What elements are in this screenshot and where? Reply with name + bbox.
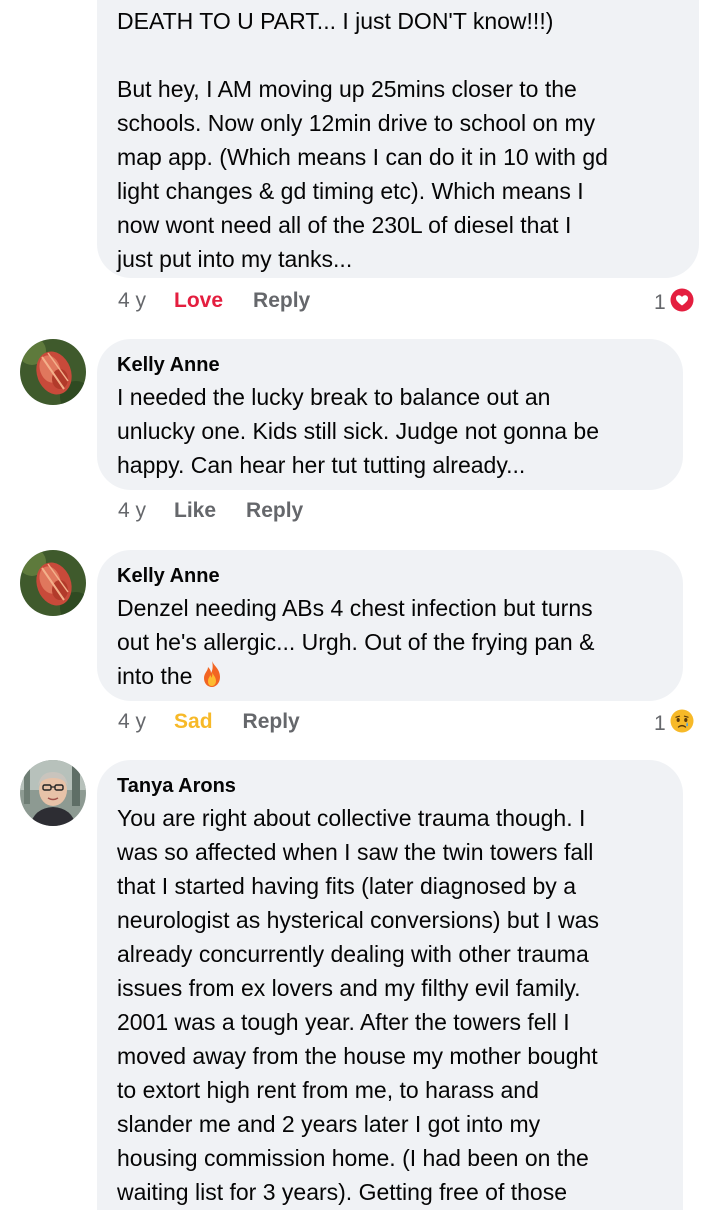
comment-line: to extort high rent from me, to harass a… — [117, 1077, 539, 1103]
comment-line: schools. Now only 12min drive to school … — [117, 110, 596, 136]
comment-line: now wont need all of the 230L of diesel … — [117, 212, 572, 238]
sad-react-icon — [668, 707, 696, 741]
comment-line: out he's allergic... Urgh. Out of the fr… — [117, 629, 595, 655]
comment-line: unlucky one. Kids still sick. Judge not … — [117, 418, 600, 444]
comment-line-with-emoji: into the — [117, 659, 671, 697]
comment-bubble: Kelly Anne I needed the lucky break to b… — [97, 339, 683, 490]
comment-bubble: Kelly Anne Denzel needing ABs 4 chest in… — [97, 550, 683, 701]
comment-line: 2001 was a tough year. After the towers … — [117, 1009, 570, 1035]
comment-line: issues from ex lovers and my filthy evil… — [117, 975, 581, 1001]
reaction-count[interactable]: 1 — [654, 286, 696, 320]
like-button[interactable]: Like — [174, 499, 216, 523]
comment-text: Denzel needing ABs 4 chest infection but… — [117, 591, 671, 697]
comment-line: I needed the lucky break to balance out … — [117, 384, 551, 410]
comment-actions: 4 y Love Reply — [118, 286, 310, 316]
comment-text: You are right about collective trauma th… — [117, 801, 671, 1209]
love-reaction-button[interactable]: Love — [174, 289, 223, 313]
comment-line: happy. Can hear her tut tutting already.… — [117, 452, 526, 478]
reaction-count-number: 1 — [654, 712, 666, 735]
comment-line: moved away from the house my mother boug… — [117, 1043, 598, 1069]
avatar[interactable] — [20, 550, 86, 616]
reaction-count[interactable]: 1 — [654, 707, 696, 741]
comment-line: waiting list for 3 years). Getting free … — [117, 1179, 567, 1205]
comment-line: map app. (Which means I can do it in 10 … — [117, 144, 608, 170]
comment-bubble: Tanya Arons You are right about collecti… — [97, 760, 683, 1210]
comment-author[interactable]: Kelly Anne — [117, 352, 220, 378]
comment-line: You are right about collective trauma th… — [117, 805, 586, 831]
comment-line: into the — [117, 663, 193, 689]
comment-age: 4 y — [118, 499, 147, 522]
comment-line: that I started having fits (later diagno… — [117, 873, 576, 899]
reply-button[interactable]: Reply — [253, 289, 310, 313]
comment-line — [117, 38, 687, 72]
comment-line: slander me and 2 years later I got into … — [117, 1111, 541, 1137]
comment-text: DEATH TO U PART... I just DON'T know!!!)… — [117, 4, 687, 276]
reply-button[interactable]: Reply — [243, 710, 300, 734]
comment-age: 4 y — [118, 289, 147, 312]
fire-emoji-icon — [199, 660, 225, 697]
comment-line: just put into my tanks... — [117, 246, 353, 272]
comment-line: already concurrently dealing with other … — [117, 941, 589, 967]
comment-author[interactable]: Kelly Anne — [117, 563, 220, 589]
comment-actions: 4 y Sad Reply — [118, 707, 300, 737]
reply-button[interactable]: Reply — [246, 499, 303, 523]
comment-bubble: DEATH TO U PART... I just DON'T know!!!)… — [97, 0, 699, 278]
comment-text: I needed the lucky break to balance out … — [117, 380, 671, 482]
comment-line: But hey, I AM moving up 25mins closer to… — [117, 76, 577, 102]
love-react-icon — [668, 286, 696, 320]
sad-reaction-button[interactable]: Sad — [174, 710, 213, 734]
comment-line: housing commission home. (I had been on … — [117, 1145, 589, 1171]
comment-line: Denzel needing ABs 4 chest infection but… — [117, 595, 593, 621]
avatar[interactable] — [20, 339, 86, 405]
comment-line: was so affected when I saw the twin towe… — [117, 839, 594, 865]
reaction-count-number: 1 — [654, 291, 666, 314]
comment-line: light changes & gd timing etc). Which me… — [117, 178, 584, 204]
avatar[interactable] — [20, 760, 86, 826]
comment-author[interactable]: Tanya Arons — [117, 773, 236, 799]
comment-line: DEATH TO U PART... I just DON'T know!!!) — [117, 8, 554, 34]
comment-age: 4 y — [118, 710, 147, 733]
comment-line: neurologist as hysterical conversions) b… — [117, 907, 599, 933]
comment-actions: 4 y Like Reply — [118, 496, 303, 526]
